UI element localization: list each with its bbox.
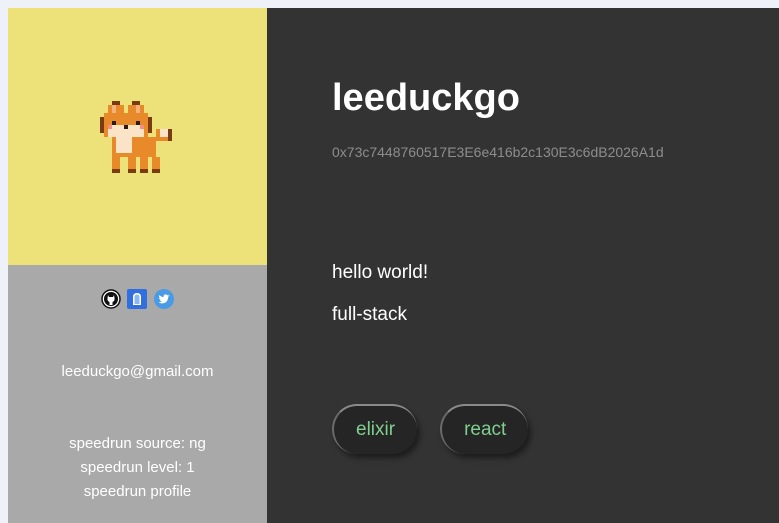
bio-line: full-stack xyxy=(332,304,407,325)
tag-react[interactable]: react xyxy=(440,404,529,454)
speedrun-source: speedrun source: ng xyxy=(69,435,206,452)
bio: hello world! full-stack xyxy=(332,252,428,336)
bio-line: hello world! xyxy=(332,262,429,283)
avatar xyxy=(99,100,172,173)
speedrun-info: speedrun source: ng speedrun level: 1 sp… xyxy=(8,432,267,504)
email-text: leeduckgo@gmail.com xyxy=(61,363,214,380)
speedrun-profile-link[interactable]: speedrun profile xyxy=(8,480,267,504)
skill-tags: elixir react xyxy=(332,404,529,454)
twitter-icon[interactable] xyxy=(153,288,175,310)
wallet-address: 0x73c7448760517E3E6e416b2c130E3c6dB2026A… xyxy=(332,144,664,160)
contact-panel: leeduckgo@gmail.com speedrun source: ng … xyxy=(8,265,267,523)
profile-sidebar: leeduckgo@gmail.com speedrun source: ng … xyxy=(8,8,267,523)
github-icon[interactable] xyxy=(100,289,121,309)
tag-elixir[interactable]: elixir xyxy=(332,404,418,454)
profile-card: leeduckgo@gmail.com speedrun source: ng … xyxy=(8,8,779,523)
speedrun-level: speedrun level: 1 xyxy=(80,459,195,476)
mirror-icon[interactable] xyxy=(126,289,147,309)
avatar-panel xyxy=(8,8,267,265)
social-links xyxy=(8,288,267,310)
username-title: leeduckgo xyxy=(332,77,520,119)
profile-main: leeduckgo 0x73c7448760517E3E6e416b2c130E… xyxy=(267,8,779,523)
